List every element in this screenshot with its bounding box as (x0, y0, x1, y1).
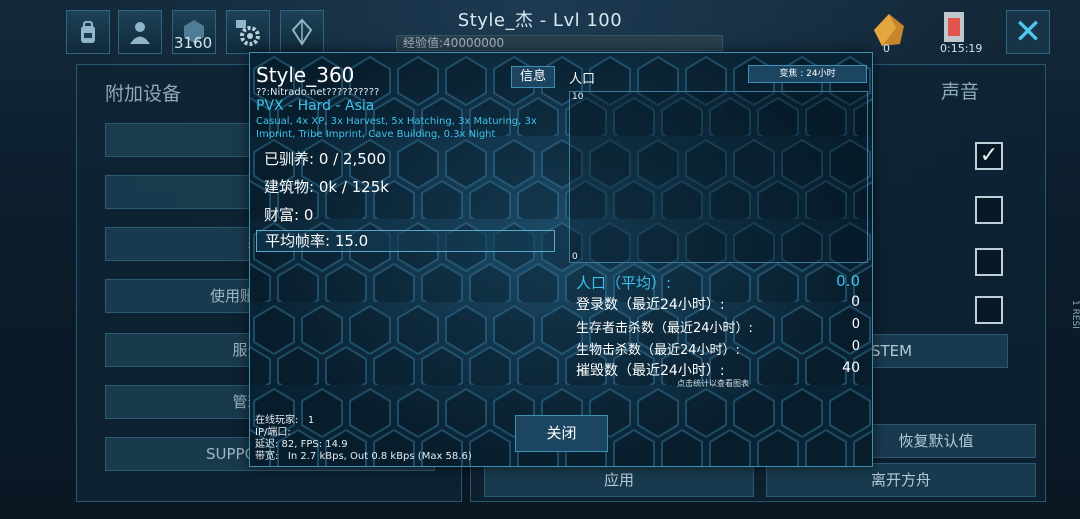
close-button[interactable]: 关闭 (515, 415, 608, 452)
stat-label: 摧毁数（最近24小时）: (576, 363, 725, 379)
server-name: Style_360 (256, 63, 355, 87)
server-host: ??:Nitrado.net?????????? (256, 87, 380, 98)
timer: 0:15:19 (940, 42, 983, 55)
latency: 延迟: 82, FPS: 14.9 (255, 439, 348, 450)
tab-info[interactable]: 信息 (511, 66, 555, 88)
population-label: 人口 (569, 72, 596, 87)
graph-tick-bottom: 0 (572, 252, 578, 262)
stat-value: 0 (851, 294, 860, 310)
population-graph[interactable]: 10 0 (569, 91, 868, 263)
stat-value: 0 (851, 339, 860, 354)
graph-hint: 点击统计以查看图表 (677, 379, 749, 388)
server-info-dialog: Style_360 ??:Nitrado.net?????????? PVX -… (249, 52, 873, 467)
close-menu-button[interactable]: ✕ (1006, 10, 1050, 54)
stat-label: 生存者击杀数（最近24小时）: (576, 321, 753, 336)
leave-ark-button[interactable]: 离开方舟 (766, 463, 1036, 497)
stat-value: 40 (842, 360, 860, 376)
checkbox-3[interactable] (975, 248, 1003, 276)
checkbox-2[interactable] (975, 196, 1003, 224)
tab-sound[interactable]: 声音 (874, 72, 1046, 112)
apply-button[interactable]: 应用 (484, 463, 754, 497)
checkbox-1[interactable]: ✓ (975, 142, 1003, 170)
graph-tick-top: 10 (572, 92, 584, 102)
average-fps: 平均帧率: 15.0 (256, 230, 555, 252)
stat-value: 0.0 (836, 272, 860, 290)
server-mode: PVX - Hard - Asia (256, 98, 375, 114)
ip-port: IP/端口: (255, 427, 291, 438)
side-strip-text: 1 RESI (1070, 300, 1080, 329)
online-players: 在线玩家: 1 (255, 415, 315, 426)
resource-count: 0 (883, 42, 890, 55)
bandwidth: 带宽: In 2.7 kBps, Out 0.8 kBps (Max 58.6) (255, 451, 472, 462)
top-bar: 3160 Style_杰 - Lvl 100 经验值:40000000 0 0:… (0, 0, 1080, 60)
close-icon: ✕ (1013, 12, 1043, 52)
checkbox-4[interactable] (975, 296, 1003, 324)
system-button[interactable]: STEM (852, 334, 1008, 368)
stat-label: 人口（平均）: (576, 274, 672, 292)
wealth: 财富: 0 (264, 206, 314, 224)
xp-bar: 经验值:40000000 (396, 35, 723, 51)
stat-value: 0 (851, 317, 860, 332)
stat-label: 登录数（最近24小时）: (576, 297, 725, 313)
server-description: Casual, 4x XP, 3x Harvest, 5x Hatching, … (256, 116, 537, 140)
structures-count: 建筑物: 0k / 125k (264, 178, 389, 196)
level-points: 3160 (174, 34, 213, 52)
period-toggle-button[interactable]: 变焦 : 24小时 (748, 65, 867, 83)
left-panel-title: 附加设备 (105, 83, 182, 105)
stat-label: 生物击杀数（最近24小时）: (576, 343, 740, 358)
tamed-count: 已驯养: 0 / 2,500 (264, 150, 386, 168)
player-title: Style_杰 - Lvl 100 (457, 10, 623, 31)
